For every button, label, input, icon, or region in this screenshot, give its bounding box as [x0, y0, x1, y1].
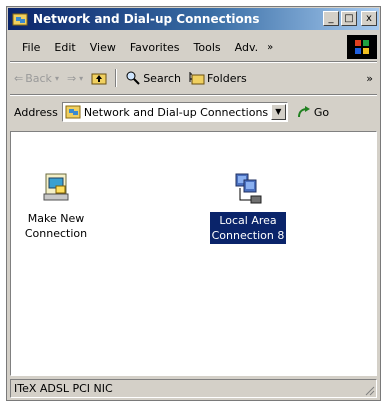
- menu-file[interactable]: File: [10, 41, 47, 54]
- minimize-button[interactable]: _: [323, 11, 339, 26]
- make-new-connection-icon: [43, 173, 69, 201]
- toolbar-separator-line: [10, 94, 377, 96]
- menu-edit[interactable]: Edit: [47, 41, 82, 54]
- address-input[interactable]: Network and Dial-up Connections ▼: [61, 102, 288, 122]
- back-arrow-icon: ⇐: [14, 71, 24, 85]
- make-new-connection-label: Make New Connection: [24, 212, 88, 240]
- folders-icon: [189, 72, 205, 85]
- windows-logo: [347, 35, 377, 59]
- close-button[interactable]: x: [361, 11, 377, 26]
- address-dropdown-button[interactable]: ▼: [270, 104, 286, 120]
- back-label: Back: [25, 71, 52, 85]
- toolbar-separator: [115, 69, 118, 87]
- resize-grip-icon[interactable]: [363, 384, 375, 396]
- menu-view[interactable]: View: [83, 41, 123, 54]
- search-label: Search: [143, 71, 181, 85]
- status-text: ITeX ADSL PCI NIC: [14, 382, 113, 395]
- status-bar: ITeX ADSL PCI NIC: [10, 379, 377, 398]
- address-bar: Address Network and Dial-up Connections …: [10, 99, 377, 125]
- title-bar[interactable]: Network and Dial-up Connections _ □ x: [8, 8, 379, 30]
- explorer-window: Network and Dial-up Connections _ □ x Fi…: [6, 6, 381, 401]
- local-area-connection-label: Local Area Connection 8: [209, 212, 287, 244]
- toolbar: ⇐ Back ▾ ⇒ ▾ Search Folders »: [10, 65, 377, 91]
- network-computers-icon: [235, 173, 262, 204]
- forward-button[interactable]: ⇒ ▾: [63, 72, 87, 85]
- toolbar-overflow-chevron[interactable]: »: [362, 72, 377, 85]
- up-folder-button[interactable]: [87, 71, 111, 85]
- go-button[interactable]: Go: [296, 105, 329, 119]
- go-label: Go: [313, 105, 330, 119]
- window-title: Network and Dial-up Connections: [33, 12, 260, 26]
- maximize-button[interactable]: □: [341, 11, 357, 26]
- menu-bar: File Edit View Favorites Tools Adv. »: [10, 35, 377, 59]
- forward-arrow-icon: ⇒: [66, 71, 77, 85]
- file-view[interactable]: Make New Connection Local Area Connection …: [10, 131, 377, 376]
- dropdown-arrow-icon: ▾: [54, 73, 59, 83]
- folders-button[interactable]: Folders: [185, 70, 251, 86]
- address-value: Network and Dial-up Connections: [83, 105, 269, 119]
- menu-favorites[interactable]: Favorites: [123, 41, 187, 54]
- folders-label: Folders: [206, 71, 247, 85]
- go-arrow-icon: [297, 106, 310, 118]
- menu-overflow-chevron[interactable]: »: [265, 42, 275, 53]
- address-label: Address: [14, 105, 58, 119]
- dropdown-arrow-icon: ▾: [79, 73, 84, 83]
- network-connections-icon: [65, 105, 81, 119]
- menu-separator: [10, 61, 377, 63]
- network-folder-icon: [12, 11, 28, 27]
- local-area-connection-item[interactable]: Local Area Connection 8: [203, 172, 293, 244]
- menu-tools[interactable]: Tools: [187, 41, 228, 54]
- up-folder-icon: [91, 73, 107, 85]
- menu-advanced[interactable]: Adv.: [228, 41, 265, 54]
- search-button[interactable]: Search: [121, 70, 185, 86]
- search-icon: [126, 71, 140, 85]
- make-new-connection-item[interactable]: Make New Connection: [11, 172, 101, 242]
- back-button[interactable]: ⇐ Back ▾: [10, 72, 63, 85]
